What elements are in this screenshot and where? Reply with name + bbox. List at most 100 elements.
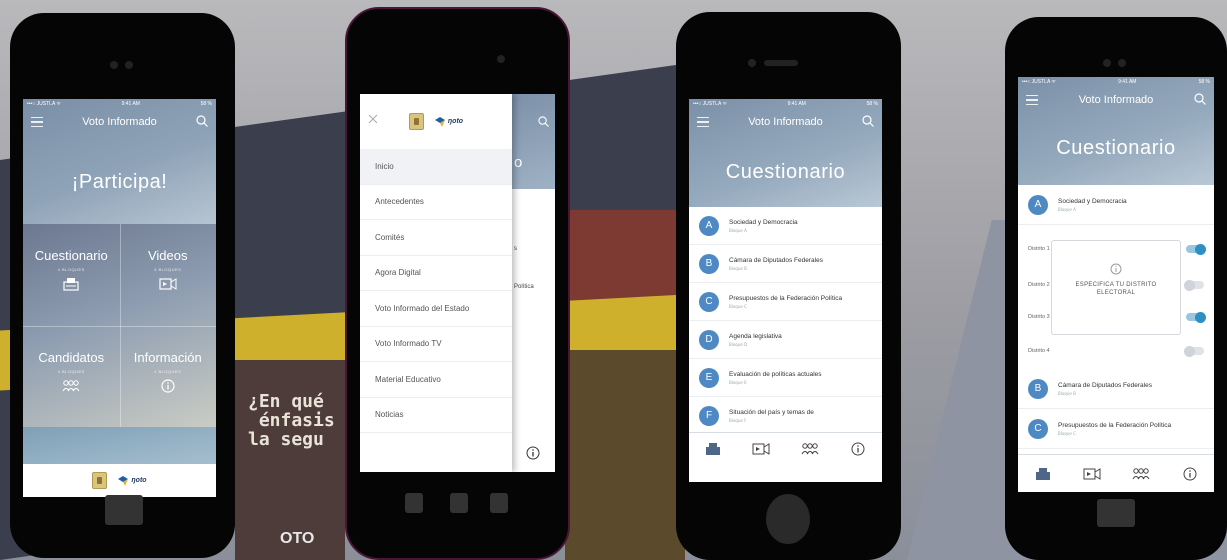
menu-item-antecedentes[interactable]: Antecedentes <box>360 185 512 220</box>
letter-badge: A <box>1028 194 1048 215</box>
item-title: Agenda legislativa <box>729 332 782 340</box>
district-toggle[interactable] <box>1184 345 1204 357</box>
nav-square-button[interactable] <box>405 493 423 513</box>
letter-badge: E <box>699 367 719 388</box>
menu-screen: o s Política ŋoto Inicio Antecedentes Co… <box>360 94 555 472</box>
letter-badge: B <box>1028 378 1048 399</box>
district-toggle[interactable] <box>1186 243 1206 255</box>
phone-home: •••○ JUSTLA ᯤ 9:41 AM 58 % Voto Informad… <box>10 13 235 558</box>
ballot-box-icon[interactable] <box>1033 467 1053 481</box>
nav-bar: Voto Informado <box>689 109 882 135</box>
peek-text: o <box>514 154 523 171</box>
people-icon[interactable] <box>800 442 820 456</box>
info-icon[interactable] <box>1180 467 1200 481</box>
dialog-message: ESPECIFICA TU DISTRITO ELECTORAL <box>1075 282 1157 296</box>
item-sub: Bloque F <box>729 417 747 423</box>
bg-poster-text: OTO <box>280 530 315 547</box>
item-title: Sociedad y Democracia <box>729 218 798 226</box>
voto-mark-icon <box>434 116 445 127</box>
menu-item-agora-digital[interactable]: Agora Digital <box>360 256 512 291</box>
voto-logo: ŋoto <box>434 116 463 128</box>
item-sub: Bloque B <box>1058 390 1076 396</box>
search-icon[interactable] <box>196 115 208 127</box>
info-icon[interactable] <box>848 442 868 456</box>
peek-text: s <box>514 246 517 252</box>
hamburger-menu-icon[interactable] <box>697 117 709 127</box>
status-carrier: •••○ JUSTLA ᯤ <box>693 101 727 107</box>
people-icon[interactable] <box>1131 467 1151 481</box>
nav-title: Voto Informado <box>748 116 823 128</box>
ballot-box-icon[interactable] <box>703 442 723 456</box>
status-bar: •••○ JUSTLA ᯤ 9:41 AM 58 % <box>23 99 216 109</box>
status-carrier: •••○ JUSTLA ᯤ <box>1022 79 1056 85</box>
camera-dot <box>748 59 756 67</box>
list-item[interactable]: E Evaluación de políticas actuales Bloque … <box>689 359 882 397</box>
list-item[interactable]: A Sociedad y Democracia Bloque A <box>1018 185 1214 225</box>
close-icon[interactable] <box>368 114 378 124</box>
list-item[interactable]: C Presupuestos de la Federación Política B… <box>689 283 882 321</box>
search-icon[interactable] <box>862 115 874 127</box>
institution-seal-icon <box>92 472 108 489</box>
home-button[interactable] <box>766 494 810 544</box>
district-toggle[interactable] <box>1186 311 1206 323</box>
bg-slogan: ¿En qué énfasis la segu <box>248 391 335 450</box>
page-title: Cuestionario <box>1056 137 1176 159</box>
search-icon[interactable] <box>538 116 549 127</box>
status-carrier: •••○ JUSTLA ᯤ <box>27 101 61 107</box>
video-icon <box>159 278 177 290</box>
tile-informacion[interactable]: Información 4 BLOQUES <box>120 326 217 428</box>
tile-videos[interactable]: Videos 4 BLOQUES <box>120 224 217 326</box>
video-icon[interactable] <box>751 442 771 456</box>
menu-item-voto-tv[interactable]: Voto Informado TV <box>360 327 512 362</box>
list-item[interactable]: B Cámara de Diputados Federales Bloque B <box>1018 369 1214 409</box>
district-row[interactable]: Distrito 4 <box>1018 337 1214 365</box>
nav-square-button[interactable] <box>450 493 468 513</box>
menu-item-material-educativo[interactable]: Material Educativo <box>360 362 512 398</box>
district-dialog[interactable]: ESPECIFICA TU DISTRITO ELECTORAL <box>1051 240 1181 335</box>
menu-item-comites[interactable]: Comités <box>360 220 512 256</box>
nav-square-button[interactable] <box>490 493 508 513</box>
menu-item-noticias[interactable]: Noticias <box>360 398 512 433</box>
hamburger-menu-icon[interactable] <box>1026 95 1038 105</box>
list-item[interactable]: B Cámara de Diputados Federales Bloque B <box>689 245 882 283</box>
status-time: 9:41 AM <box>787 101 806 107</box>
list-item[interactable]: F Situación del país y temas de Bloque F <box>689 397 882 435</box>
people-icon <box>62 379 80 391</box>
nav-title: Voto Informado <box>82 116 157 128</box>
list-item[interactable]: A Sociedad y Democracia Bloque A <box>689 207 882 245</box>
tile-cuestionario[interactable]: Cuestionario 4 BLOQUES <box>23 224 120 326</box>
district-toggle[interactable] <box>1184 279 1204 291</box>
sensor-dot <box>125 61 133 69</box>
letter-badge: C <box>1028 418 1048 439</box>
tile-label: Cuestionario <box>34 248 108 263</box>
nav-bar: Voto Informado <box>1018 87 1214 113</box>
bg-poster-2 <box>565 350 685 560</box>
tile-sub: 4 BLOQUES <box>154 368 182 374</box>
list-item[interactable]: C Presupuestos de la Federación Política B… <box>1018 409 1214 449</box>
underlying-page-peek: o s Política <box>512 94 555 472</box>
info-icon <box>1110 263 1122 275</box>
questionnaire-screen: •••○ JUSTLA ᯤ 9:41 AM 58 % Voto Informad… <box>689 99 882 482</box>
phone-questionnaire: •••○ JUSTLA ᯤ 9:41 AM 58 % Voto Informad… <box>676 12 901 560</box>
tile-candidatos[interactable]: Candidatos 4 BLOQUES <box>23 326 120 428</box>
item-sub: Bloque E <box>729 379 747 385</box>
search-icon[interactable] <box>1194 93 1206 105</box>
menu-item-inicio[interactable]: Inicio <box>360 149 512 185</box>
home-button[interactable] <box>1097 499 1135 527</box>
district-list-continued: B Cámara de Diputados Federales Bloque B C… <box>1018 369 1214 449</box>
district-label: Distrito 2 <box>1028 282 1050 288</box>
letter-badge: C <box>699 291 719 312</box>
home-footer-logos: ŋoto <box>23 464 216 497</box>
peek-text: Política <box>514 284 534 290</box>
home-button[interactable] <box>105 495 143 525</box>
list-item[interactable]: D Agenda legislativa Bloque D <box>689 321 882 359</box>
earpiece <box>764 60 798 66</box>
item-sub: Bloque D <box>729 341 748 347</box>
district-list: A Sociedad y Democracia Bloque A <box>1018 185 1214 225</box>
hamburger-menu-icon[interactable] <box>31 117 43 127</box>
page-title: Cuestionario <box>725 161 846 183</box>
video-icon[interactable] <box>1082 467 1102 481</box>
info-icon[interactable] <box>526 446 540 460</box>
menu-item-voto-estado[interactable]: Voto Informado del Estado <box>360 291 512 327</box>
sensor-dot <box>1118 59 1126 67</box>
